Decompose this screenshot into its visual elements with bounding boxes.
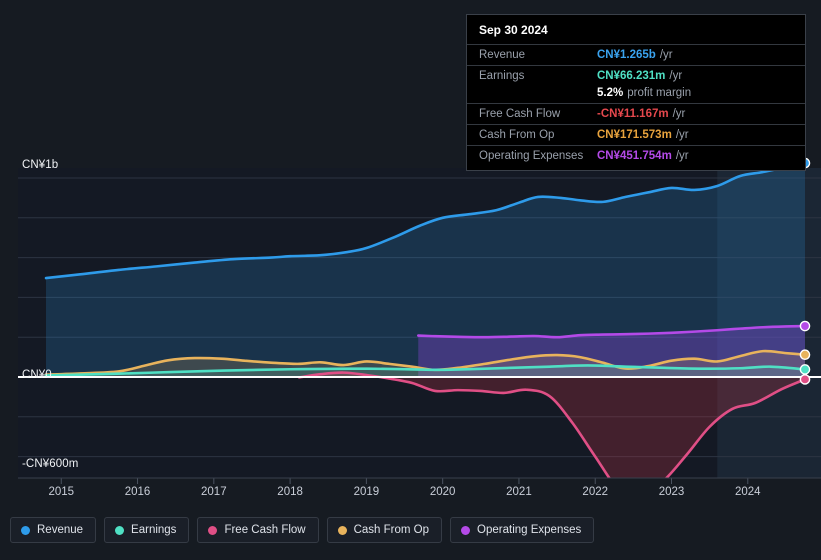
tooltip-metric-value: CN¥171.573m/yr bbox=[597, 129, 689, 141]
tooltip-metric-label: Earnings bbox=[479, 70, 525, 82]
legend-color-dot-icon bbox=[337, 525, 347, 535]
tooltip-row: Free Cash Flow -CN¥11.167m/yr bbox=[467, 103, 805, 124]
legend-item-free-cash-flow[interactable]: Free Cash Flow bbox=[197, 517, 319, 543]
tooltip-metric-label: Operating Expenses bbox=[479, 150, 584, 162]
tooltip-date: Sep 30 2024 bbox=[479, 23, 548, 37]
x-tick-label: 2016 bbox=[124, 486, 151, 498]
tooltip-metric-value: -CN¥11.167m/yr bbox=[597, 108, 685, 120]
tooltip-metric-value: CN¥66.231m/yr bbox=[597, 70, 682, 82]
tooltip-value-text: CN¥1.265b bbox=[597, 49, 656, 61]
legend-item-revenue[interactable]: Revenue bbox=[10, 517, 97, 543]
tooltip-metric-value: CN¥1.265b/yr bbox=[597, 49, 673, 61]
legend-label: Revenue bbox=[37, 524, 84, 536]
tooltip-row: 5.2% profit margin bbox=[467, 86, 805, 103]
legend-item-cash-from-op[interactable]: Cash From Op bbox=[326, 517, 443, 543]
tooltip-value-suffix: /yr bbox=[672, 108, 686, 120]
endpoint-cash-from-op bbox=[799, 349, 811, 361]
tooltip-value-suffix: /yr bbox=[659, 49, 673, 61]
tooltip-value-text: CN¥451.754m bbox=[597, 150, 672, 162]
x-tick-label: 2024 bbox=[734, 486, 761, 498]
y-axis-label-zero: CN¥0 bbox=[22, 369, 52, 381]
financial-chart-page: CN¥1b CN¥0 -CN¥600m 2015 2016 2017 2018 2019… bbox=[0, 0, 821, 560]
tooltip-row: Earnings CN¥66.231m/yr bbox=[467, 65, 805, 86]
chart-legend: Revenue Earnings Free Cash Flow Cash From O… bbox=[10, 517, 595, 543]
tooltip-value-suffix: /yr bbox=[669, 70, 683, 82]
legend-item-operating-expenses[interactable]: Operating Expenses bbox=[450, 517, 595, 543]
x-tick-label: 2018 bbox=[277, 486, 303, 498]
chart-tooltip: Sep 30 2024 Revenue CN¥1.265b/yr Earnings C… bbox=[466, 14, 806, 171]
x-tick-label: 2015 bbox=[48, 486, 75, 498]
legend-label: Free Cash Flow bbox=[224, 524, 306, 536]
x-tick-label: 2017 bbox=[201, 486, 227, 498]
y-axis-label-bottom: -CN¥600m bbox=[22, 458, 79, 470]
legend-color-dot-icon bbox=[21, 525, 30, 535]
tooltip-rows: Revenue CN¥1.265b/yr Earnings CN¥66.231m/yr… bbox=[467, 44, 805, 166]
tooltip-metric-label: Revenue bbox=[479, 49, 526, 61]
legend-color-dot-icon bbox=[115, 525, 125, 535]
tooltip-value-suffix: profit margin bbox=[627, 87, 692, 99]
tooltip-value-text: 5.2% bbox=[597, 87, 624, 99]
x-tick-label: 2020 bbox=[429, 486, 456, 498]
y-axis-label-top: CN¥1b bbox=[22, 159, 59, 171]
legend-label: Operating Expenses bbox=[477, 524, 582, 536]
tooltip-value-text: CN¥66.231m bbox=[597, 70, 666, 82]
tooltip-value-text: -CN¥11.167m bbox=[597, 108, 669, 120]
endpoint-free-cash-flow bbox=[799, 374, 811, 385]
x-tick-marks bbox=[18, 477, 821, 484]
tooltip-metric-value: 5.2% profit margin bbox=[597, 87, 691, 99]
tooltip-value-suffix: /yr bbox=[675, 150, 689, 162]
x-tick-label: 2019 bbox=[353, 486, 380, 498]
tooltip-metric-label: Cash From Op bbox=[479, 129, 555, 141]
legend-color-dot-icon bbox=[461, 525, 471, 535]
legend-label: Cash From Op bbox=[353, 524, 430, 536]
tooltip-metric-label: Free Cash Flow bbox=[479, 108, 561, 120]
legend-label: Earnings bbox=[131, 524, 177, 536]
x-tick-label: 2023 bbox=[658, 486, 685, 498]
tooltip-metric-value: CN¥451.754m/yr bbox=[597, 150, 689, 162]
endpoint-operating-expenses bbox=[799, 320, 811, 332]
endpoint-earnings bbox=[799, 364, 811, 375]
legend-color-dot-icon bbox=[208, 525, 218, 535]
tooltip-value-suffix: /yr bbox=[675, 129, 689, 141]
tooltip-value-text: CN¥171.573m bbox=[597, 129, 672, 141]
tooltip-row: Revenue CN¥1.265b/yr bbox=[467, 44, 805, 65]
x-tick-label: 2021 bbox=[506, 486, 532, 498]
legend-item-earnings[interactable]: Earnings bbox=[104, 517, 190, 543]
tooltip-row: Cash From Op CN¥171.573m/yr bbox=[467, 124, 805, 145]
x-tick-label: 2022 bbox=[582, 486, 609, 498]
tooltip-row: Operating Expenses CN¥451.754m/yr bbox=[467, 145, 805, 166]
